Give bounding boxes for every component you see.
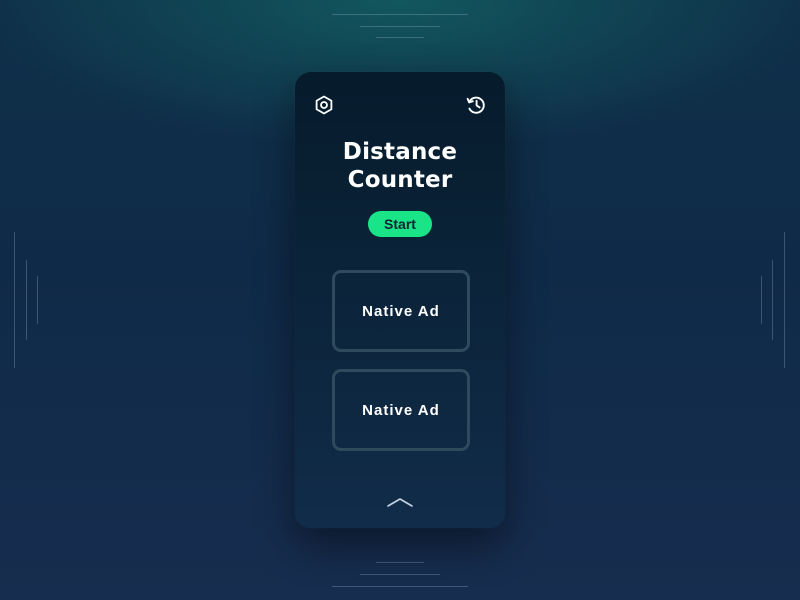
decor-line-right-3 [761, 276, 762, 324]
decor-line-top-3 [376, 37, 424, 38]
decor-line-left-2 [26, 260, 27, 340]
decor-line-bottom-1 [376, 562, 424, 563]
gear-hex-icon [315, 95, 333, 115]
native-ad-label: Native Ad [362, 401, 440, 419]
history-button[interactable] [465, 94, 487, 116]
title-line-2: Counter [347, 167, 453, 193]
phone-screen: Distance Counter Start Native Ad Native … [295, 72, 505, 528]
decor-line-bottom-2 [360, 574, 440, 575]
start-button[interactable]: Start [368, 211, 432, 237]
decor-line-left-1 [14, 232, 15, 368]
decor-line-right-2 [772, 260, 773, 340]
page-title: Distance Counter [295, 138, 505, 194]
native-ad-slot-2[interactable]: Native Ad [332, 369, 470, 451]
decor-line-left-3 [37, 276, 38, 324]
decor-line-bottom-3 [332, 586, 468, 587]
native-ad-slot-1[interactable]: Native Ad [332, 270, 470, 352]
history-icon [466, 96, 485, 114]
decor-line-top-2 [360, 26, 440, 27]
title-line-1: Distance [342, 139, 458, 165]
native-ad-label: Native Ad [362, 302, 440, 320]
decor-line-top-1 [332, 14, 468, 15]
settings-button[interactable] [313, 94, 335, 116]
chevron-up-icon[interactable] [386, 496, 414, 508]
decor-line-right-1 [784, 232, 785, 368]
